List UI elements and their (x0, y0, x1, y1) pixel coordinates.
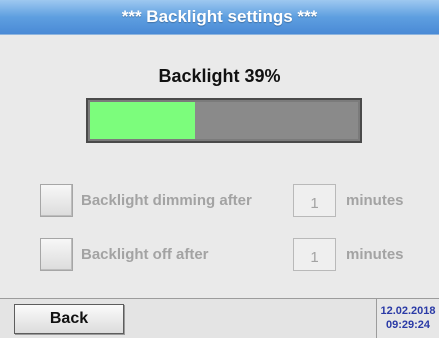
backlight-level-fill (90, 102, 196, 139)
title-bar: *** Backlight settings *** (0, 0, 439, 35)
dimming-option-row: Backlight dimming after 1 minutes (0, 184, 439, 220)
dimming-checkbox[interactable] (40, 184, 73, 217)
page-title: *** Backlight settings *** (121, 7, 318, 26)
backlight-level-heading: Backlight 39% (158, 66, 281, 86)
date-label: 12.02.2018 (380, 305, 436, 317)
off-minutes-input[interactable]: 1 (293, 238, 336, 271)
back-button[interactable]: Back (14, 304, 124, 334)
backlight-level-track (195, 102, 358, 139)
dimming-label: Backlight dimming after (81, 192, 252, 209)
off-label: Backlight off after (81, 246, 209, 263)
date-time-display: 12.02.2018 09:29:24 (376, 299, 439, 338)
backlight-settings-screen: *** Backlight settings *** Backlight 39%… (0, 0, 439, 338)
dimming-minutes-value: 1 (310, 195, 319, 212)
bottom-bar: Back 12.02.2018 09:29:24 (0, 298, 439, 338)
off-unit-label: minutes (346, 246, 404, 263)
dimming-minutes-input[interactable]: 1 (293, 184, 336, 217)
off-option-row: Backlight off after 1 minutes (0, 238, 439, 274)
dimming-unit-label: minutes (346, 192, 404, 209)
time-label: 09:29:24 (385, 319, 431, 331)
backlight-level-slider[interactable] (86, 98, 362, 143)
off-minutes-value: 1 (310, 249, 319, 266)
off-checkbox[interactable] (40, 238, 73, 271)
